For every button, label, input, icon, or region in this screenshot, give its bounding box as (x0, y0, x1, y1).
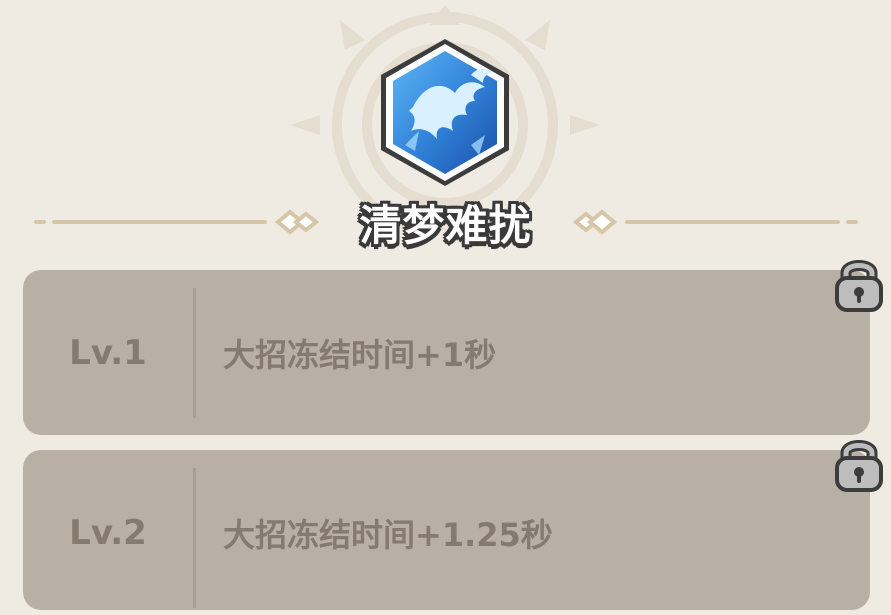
card-divider (193, 288, 196, 418)
level-label: Lv.2 (69, 512, 147, 553)
skill-title: 清梦难扰 (359, 201, 532, 250)
card-divider (193, 468, 196, 608)
level-description: 大招冻结时间+1.25秒 (223, 515, 553, 554)
level-card-2[interactable]: Lv.2 大招冻结时间+1.25秒 (23, 450, 870, 610)
level-card-1[interactable]: Lv.1 大招冻结时间+1秒 (23, 270, 870, 435)
phoenix-ice-icon (381, 39, 509, 186)
level-description: 大招冻结时间+1秒 (223, 335, 497, 374)
lock-icon (835, 440, 883, 492)
lock-icon (835, 260, 883, 312)
level-label: Lv.1 (69, 332, 147, 373)
